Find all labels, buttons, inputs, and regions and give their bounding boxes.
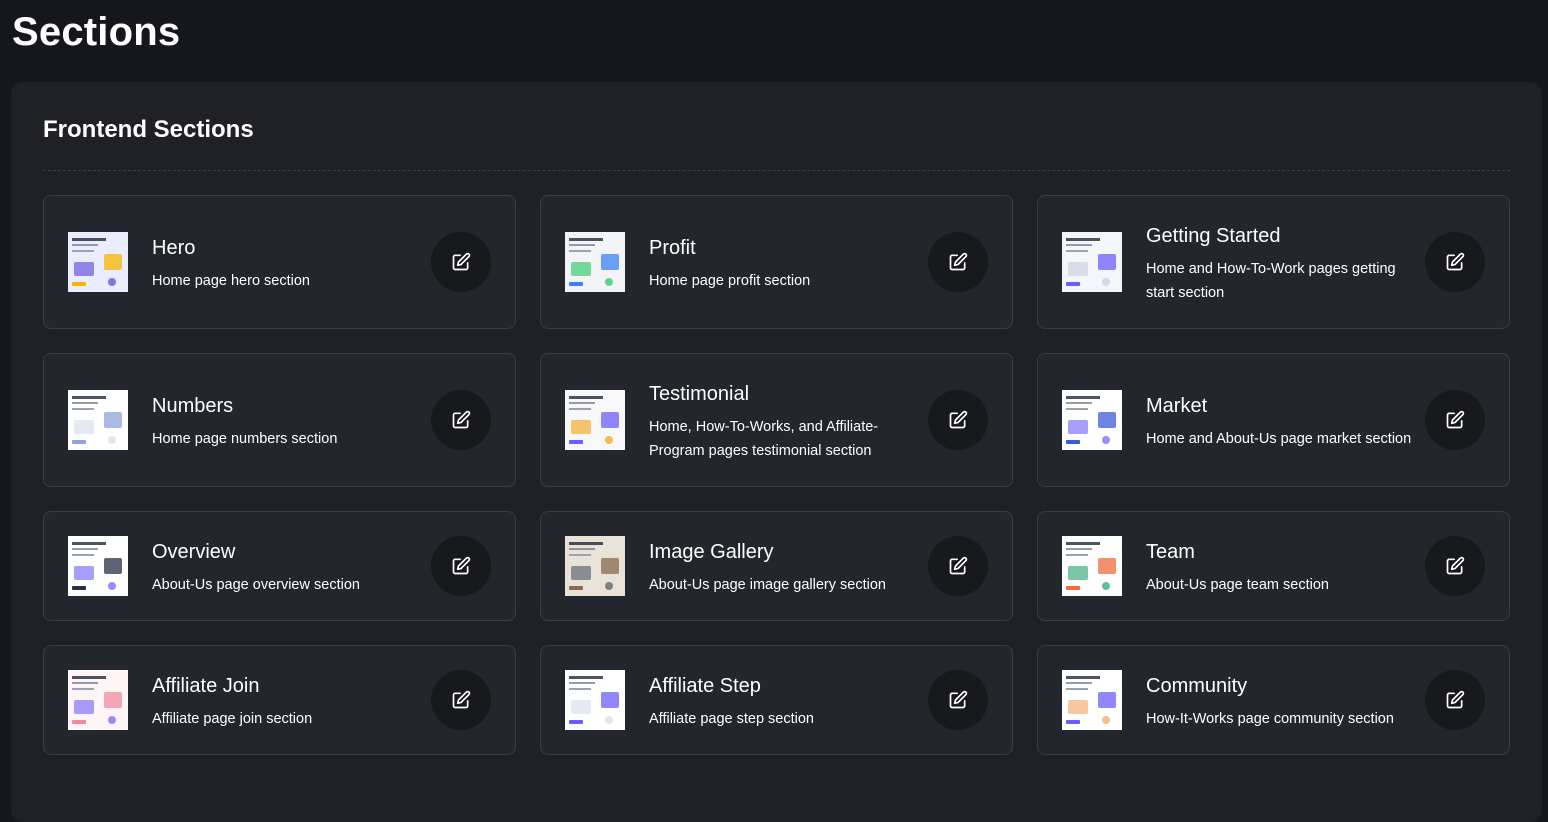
section-title: Getting Started [1146,225,1281,247]
edit-icon [451,690,471,710]
section-title: Overview [152,541,236,563]
section-description: Home page numbers section [152,431,338,447]
section-card: Market Home and About-Us page market sec… [1037,353,1510,487]
section-title: Image Gallery [649,541,774,563]
panel-title: Frontend Sections [43,116,254,143]
section-description: About-Us page image gallery section [649,577,886,593]
section-description: About-Us page team section [1146,577,1329,593]
edit-button[interactable] [431,232,491,292]
image-gallery-thumbnail [565,536,625,596]
edit-icon [1445,252,1465,272]
edit-icon [1445,556,1465,576]
divider [43,170,1510,171]
team-thumbnail [1062,536,1122,596]
affiliate-join-thumbnail [68,670,128,730]
edit-button[interactable] [1425,232,1485,292]
page-title: Sections [12,10,181,54]
section-card: Image Gallery About-Us page image galler… [540,511,1013,621]
edit-button[interactable] [928,232,988,292]
section-title: Affiliate Step [649,675,761,697]
edit-icon [451,556,471,576]
section-title: Profit [649,237,696,259]
section-title: Testimonial [649,383,750,405]
edit-icon [451,410,471,430]
frontend-sections-panel: Frontend Sections Hero Home page hero se… [11,82,1542,822]
section-title: Team [1146,541,1195,563]
edit-button[interactable] [928,670,988,730]
section-title: Hero [152,237,196,259]
numbers-thumbnail [68,390,128,450]
profit-thumbnail [565,232,625,292]
edit-icon [948,556,968,576]
edit-button[interactable] [431,536,491,596]
edit-icon [1445,690,1465,710]
section-card: Getting Started Home and How-To-Work pag… [1037,195,1510,329]
edit-button[interactable] [928,390,988,450]
section-description: Affiliate page step section [649,711,814,727]
section-description: Home page hero section [152,273,310,289]
section-card: Testimonial Home, How-To-Works, and Affi… [540,353,1013,487]
edit-button[interactable] [1425,670,1485,730]
section-card: Community How-It-Works page community se… [1037,645,1510,755]
edit-icon [451,252,471,272]
overview-thumbnail [68,536,128,596]
edit-button[interactable] [928,536,988,596]
affiliate-step-thumbnail [565,670,625,730]
section-title: Affiliate Join [152,675,260,697]
section-card: Numbers Home page numbers section [43,353,516,487]
section-card: Team About-Us page team section [1037,511,1510,621]
edit-button[interactable] [431,390,491,450]
edit-icon [948,690,968,710]
community-thumbnail [1062,670,1122,730]
testimonial-thumbnail [565,390,625,450]
section-card: Overview About-Us page overview section [43,511,516,621]
section-description: How-It-Works page community section [1146,711,1394,727]
market-thumbnail [1062,390,1122,450]
getting-started-thumbnail [1062,232,1122,292]
hero-thumbnail [68,232,128,292]
section-description: About-Us page overview section [152,577,360,593]
edit-icon [948,410,968,430]
section-card: Affiliate Join Affiliate page join secti… [43,645,516,755]
section-description: Affiliate page join section [152,711,313,727]
section-description: Home, How-To-Works, and Affiliate-Progra… [649,419,879,459]
section-card: Profit Home page profit section [540,195,1013,329]
edit-button[interactable] [1425,536,1485,596]
edit-icon [1445,410,1465,430]
edit-icon [948,252,968,272]
section-title: Numbers [152,395,234,417]
section-description: Home and About-Us page market section [1146,431,1412,447]
section-card: Affiliate Step Affiliate page step secti… [540,645,1013,755]
section-title: Market [1146,395,1208,417]
edit-button[interactable] [1425,390,1485,450]
section-description: Home and How-To-Work pages getting start… [1146,261,1396,301]
section-description: Home page profit section [649,273,811,289]
section-title: Community [1146,675,1248,697]
edit-button[interactable] [431,670,491,730]
section-card: Hero Home page hero section [43,195,516,329]
